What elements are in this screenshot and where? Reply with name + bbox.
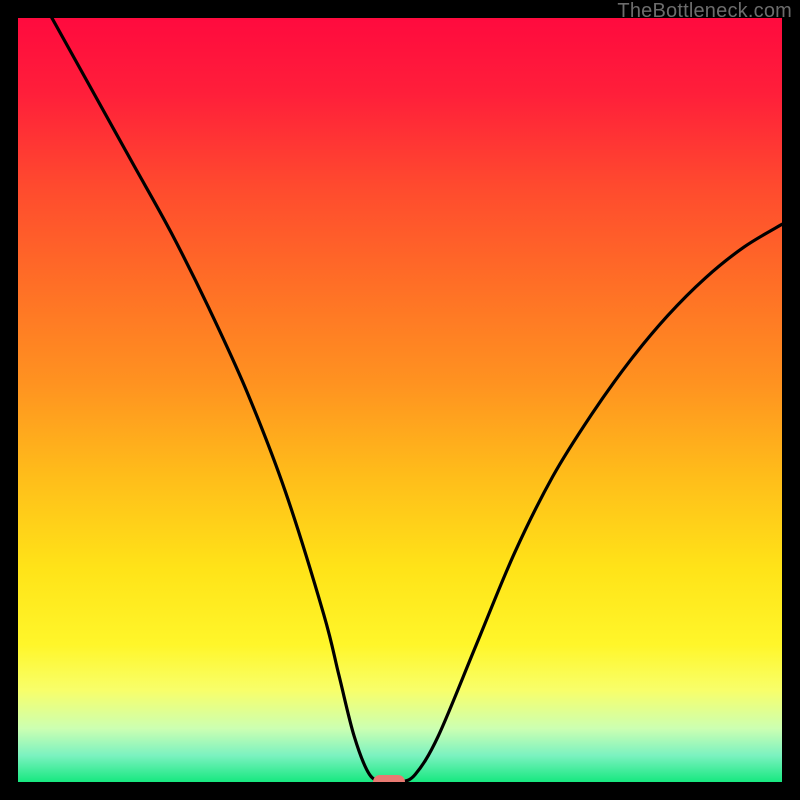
chart-stage: TheBottleneck.com	[0, 0, 800, 800]
plot-area	[18, 18, 782, 782]
attribution-text: TheBottleneck.com	[617, 0, 792, 23]
optimal-marker	[373, 775, 405, 782]
bottleneck-curve	[18, 18, 782, 782]
